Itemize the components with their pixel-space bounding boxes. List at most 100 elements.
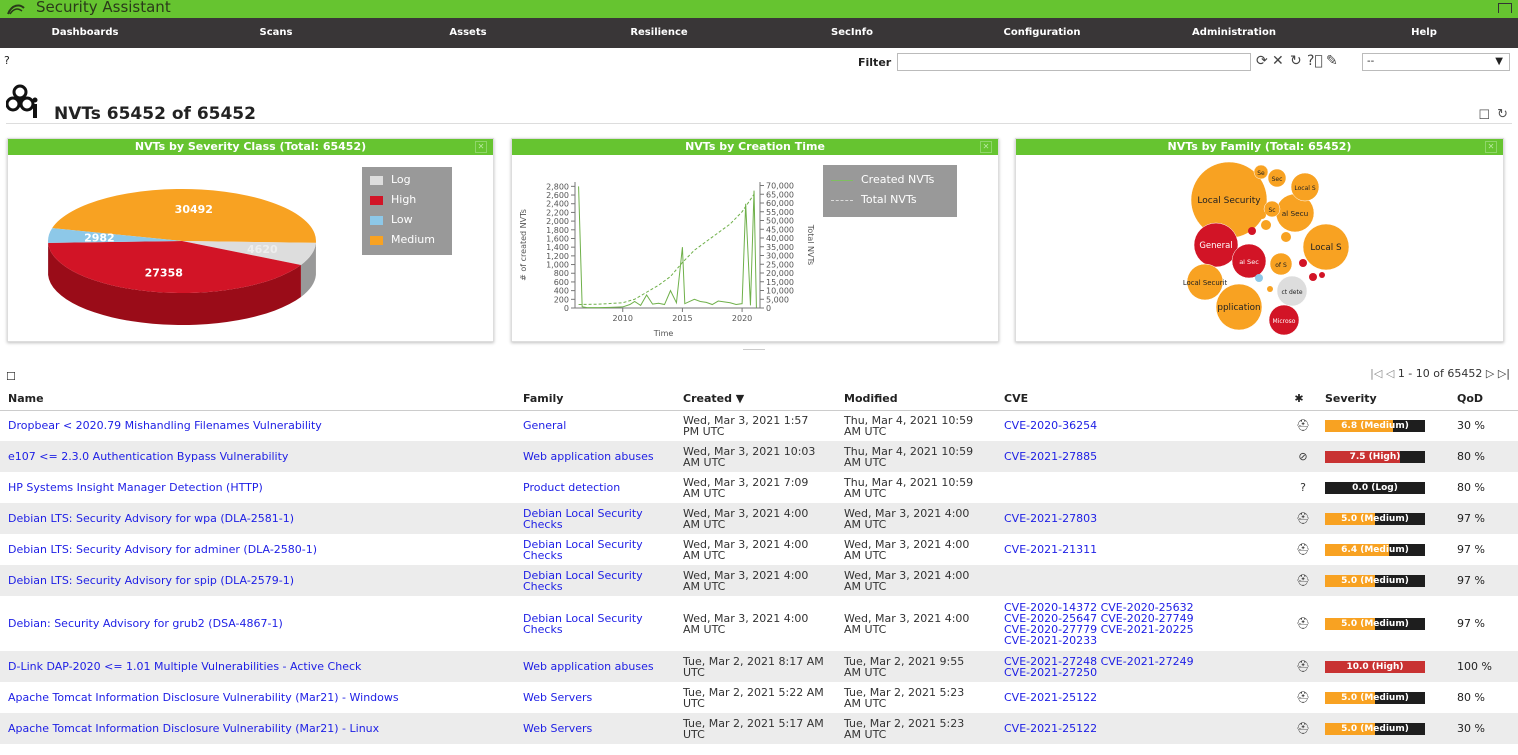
- menu-help[interactable]: Help: [1394, 18, 1454, 48]
- cve-link[interactable]: CVE-2021-27250: [1004, 666, 1097, 679]
- filter-input[interactable]: [897, 53, 1251, 71]
- cve-link[interactable]: CVE-2021-27803: [1004, 512, 1097, 525]
- cve-link[interactable]: CVE-2021-27249: [1101, 655, 1194, 668]
- cve-link[interactable]: CVE-2020-36254: [1004, 419, 1097, 432]
- nvt-name-link[interactable]: Dropbear < 2020.79 Mishandling Filenames…: [8, 419, 322, 432]
- severity-cell: 5.0 (Medium): [1317, 596, 1449, 651]
- first-page-icon[interactable]: |◁: [1370, 367, 1382, 380]
- legend-item-log[interactable]: Log: [362, 170, 452, 190]
- family-link[interactable]: Web Servers: [523, 722, 592, 735]
- family-link[interactable]: Debian Local Security Checks: [523, 507, 643, 531]
- family-link[interactable]: Debian Local Security Checks: [523, 569, 643, 593]
- nvt-name-link[interactable]: Apache Tomcat Information Disclosure Vul…: [8, 691, 399, 704]
- cve-link[interactable]: CVE-2021-21311: [1004, 543, 1097, 556]
- legend-item-high[interactable]: High: [362, 190, 452, 210]
- filter-help-icon[interactable]: ?⃝: [1307, 53, 1323, 69]
- y2-tick-label: 30,000: [766, 252, 794, 261]
- family-bubble-small: [1261, 220, 1271, 230]
- menu-administration[interactable]: Administration: [1182, 18, 1286, 48]
- table-row[interactable]: Debian: Security Advisory for grub2 (DSA…: [0, 596, 1518, 651]
- column-header-cve[interactable]: CVE: [996, 388, 1281, 411]
- table-row[interactable]: Debian LTS: Security Advisory for spip (…: [0, 565, 1518, 596]
- created-cell: Wed, Mar 3, 2021 4:00 AM UTC: [683, 537, 809, 562]
- menu-secinfo[interactable]: SecInfo: [810, 18, 894, 48]
- nvt-name-link[interactable]: D-Link DAP-2020 <= 1.01 Multiple Vulnera…: [8, 660, 361, 673]
- family-link[interactable]: General: [523, 419, 566, 432]
- family-bubble-label: General: [1199, 240, 1232, 250]
- nvt-name-link[interactable]: e107 <= 2.3.0 Authentication Bypass Vuln…: [8, 450, 288, 463]
- edit-filter-icon[interactable]: ✎: [1326, 53, 1338, 69]
- cve-link[interactable]: CVE-2021-25122: [1004, 722, 1097, 735]
- cve-link[interactable]: CVE-2021-25122: [1004, 691, 1097, 704]
- nvt-name-link[interactable]: Debian: Security Advisory for grub2 (DSA…: [8, 617, 283, 630]
- table-row[interactable]: Dropbear < 2020.79 Mishandling Filenames…: [0, 410, 1518, 441]
- table-row[interactable]: HP Systems Insight Manager Detection (HT…: [0, 472, 1518, 503]
- cve-link[interactable]: CVE-2021-27885: [1004, 450, 1097, 463]
- cve-link[interactable]: CVE-2021-20225: [1101, 623, 1194, 636]
- column-header-family[interactable]: Family: [515, 388, 675, 411]
- family-link[interactable]: Web Servers: [523, 691, 592, 704]
- legend-label: Medium: [391, 233, 435, 246]
- table-row[interactable]: D-Link DAP-2020 <= 1.01 Multiple Vulnera…: [0, 651, 1518, 682]
- menu-assets[interactable]: Assets: [428, 18, 508, 48]
- column-header-name[interactable]: Name: [0, 388, 515, 411]
- close-icon[interactable]: ✕: [1485, 141, 1497, 153]
- nvt-name-link[interactable]: HP Systems Insight Manager Detection (HT…: [8, 481, 263, 494]
- select-all-icon[interactable]: ☐: [6, 370, 16, 383]
- nvt-name-link[interactable]: Debian LTS: Security Advisory for wpa (D…: [8, 512, 294, 525]
- legend-swatch: [831, 179, 853, 181]
- family-link[interactable]: Debian Local Security Checks: [523, 612, 643, 636]
- legend-item-created[interactable]: Created NVTs: [823, 170, 957, 190]
- table-row[interactable]: Apache Tomcat Information Disclosure Vul…: [0, 682, 1518, 713]
- filter-select[interactable]: -- ▼: [1362, 53, 1510, 71]
- clear-filter-icon[interactable]: ✕: [1272, 53, 1284, 69]
- y-tick-label: 800: [554, 269, 569, 278]
- menu-resilience[interactable]: Resilience: [617, 18, 701, 48]
- family-link[interactable]: Debian Local Security Checks: [523, 538, 643, 562]
- column-header-qod[interactable]: QoD: [1449, 388, 1518, 411]
- close-icon[interactable]: ✕: [475, 141, 487, 153]
- legend-item-low[interactable]: Low: [362, 210, 452, 230]
- panel-title: NVTs by Creation Time ✕: [512, 139, 998, 155]
- new-item-icon[interactable]: ☐: [1478, 108, 1490, 123]
- column-header-created[interactable]: Created ▼: [675, 388, 836, 411]
- table-row[interactable]: Apache Tomcat Information Disclosure Vul…: [0, 713, 1518, 744]
- column-header-modified[interactable]: Modified: [836, 388, 996, 411]
- severity-bar: 5.0 (Medium): [1325, 691, 1425, 704]
- family-link[interactable]: Web application abuses: [523, 450, 654, 463]
- reset-filter-icon[interactable]: ↻: [1290, 53, 1302, 69]
- family-cell: Debian Local Security Checks: [515, 596, 675, 651]
- nvt-name-link[interactable]: Debian LTS: Security Advisory for spip (…: [8, 574, 294, 587]
- table-row[interactable]: e107 <= 2.3.0 Authentication Bypass Vuln…: [0, 441, 1518, 472]
- legend-item-total[interactable]: Total NVTs: [823, 190, 957, 210]
- cve-cell: CVE-2021-27248 CVE-2021-27249 CVE-2021-27…: [996, 651, 1281, 682]
- column-header-severity[interactable]: Severity: [1317, 388, 1449, 411]
- panel-resize-handle[interactable]: [743, 349, 765, 350]
- family-link[interactable]: Product detection: [523, 481, 620, 494]
- solution-type-icon: ⛑: [1296, 722, 1310, 735]
- refresh-filter-icon[interactable]: ⟳: [1256, 53, 1268, 69]
- panel-title: NVTs by Severity Class (Total: 65452) ✕: [8, 139, 493, 155]
- window-button-icon[interactable]: [1498, 3, 1512, 13]
- last-page-icon[interactable]: ▷|: [1498, 367, 1510, 380]
- cve-link[interactable]: CVE-2021-20233: [1004, 634, 1097, 647]
- close-icon[interactable]: ✕: [980, 141, 992, 153]
- family-link[interactable]: Web application abuses: [523, 660, 654, 673]
- legend-item-medium[interactable]: Medium: [362, 230, 452, 250]
- prev-page-icon[interactable]: ◁: [1386, 367, 1394, 380]
- menu-dashboards[interactable]: Dashboards: [40, 18, 130, 48]
- nvt-name-link[interactable]: Debian LTS: Security Advisory for admine…: [8, 543, 317, 556]
- next-page-icon[interactable]: ▷: [1486, 367, 1494, 380]
- creation-legend: Created NVTs Total NVTs: [823, 165, 957, 217]
- nvt-name-cell: Apache Tomcat Information Disclosure Vul…: [0, 713, 515, 744]
- help-icon[interactable]: ?: [4, 54, 10, 67]
- legend-swatch: [370, 215, 383, 225]
- table-row[interactable]: Debian LTS: Security Advisory for admine…: [0, 534, 1518, 565]
- reload-icon[interactable]: ↻: [1497, 107, 1508, 122]
- menu-configuration[interactable]: Configuration: [996, 18, 1088, 48]
- menu-scans[interactable]: Scans: [236, 18, 316, 48]
- nvt-name-link[interactable]: Apache Tomcat Information Disclosure Vul…: [8, 722, 379, 735]
- table-row[interactable]: Debian LTS: Security Advisory for wpa (D…: [0, 503, 1518, 534]
- family-bubble-label: of S: [1275, 262, 1287, 269]
- cve-cell: CVE-2021-25122: [996, 682, 1281, 713]
